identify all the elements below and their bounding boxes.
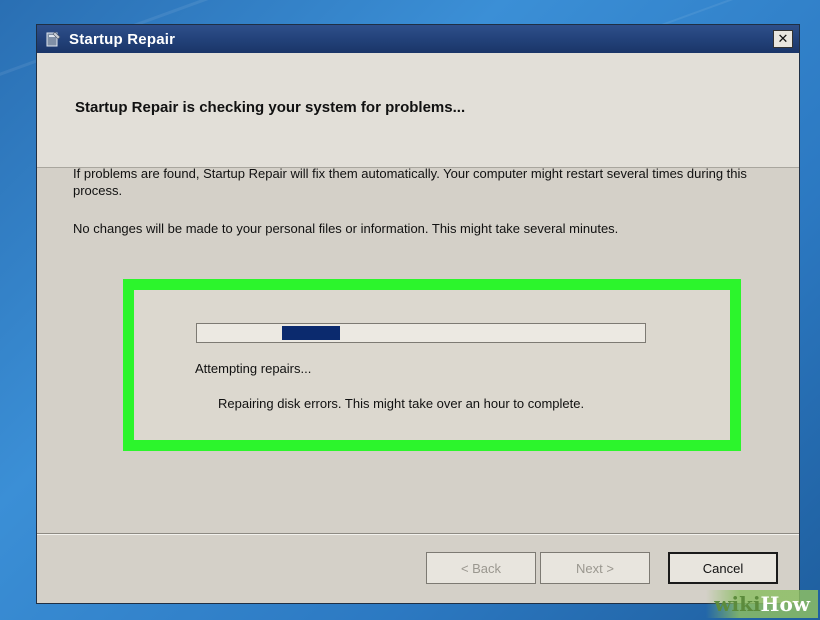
close-icon: ✕: [777, 31, 789, 47]
progress-status: Attempting repairs...: [195, 361, 312, 376]
close-button[interactable]: ✕: [773, 30, 793, 48]
cancel-button[interactable]: Cancel: [668, 552, 778, 584]
info-paragraph-2: No changes will be made to your personal…: [73, 221, 619, 236]
header-title: Startup Repair is checking your system f…: [75, 99, 466, 116]
startup-repair-window: Startup Repair ✕ Startup Repair is check…: [36, 24, 800, 604]
footer-divider-highlight: [37, 534, 799, 535]
watermark-how: How: [760, 592, 810, 616]
info-paragraph-1: If problems are found, Startup Repair wi…: [73, 166, 747, 198]
progress-detail: Repairing disk errors. This might take o…: [218, 396, 585, 411]
watermark-wiki: wiki: [714, 592, 761, 616]
title-bar[interactable]: Startup Repair ✕: [37, 25, 799, 53]
progress-highlight-box: Attempting repairs... Repairing disk err…: [123, 279, 741, 451]
wikihow-watermark: wikiHow: [706, 590, 818, 618]
dialog-header: Startup Repair is checking your system f…: [37, 53, 799, 168]
progress-bar-fill: [282, 326, 341, 340]
back-button[interactable]: < Back: [426, 552, 536, 584]
next-button[interactable]: Next >: [540, 552, 650, 584]
progress-bar: [196, 323, 646, 343]
startup-repair-icon: [46, 31, 61, 47]
window-title: Startup Repair: [69, 30, 176, 48]
